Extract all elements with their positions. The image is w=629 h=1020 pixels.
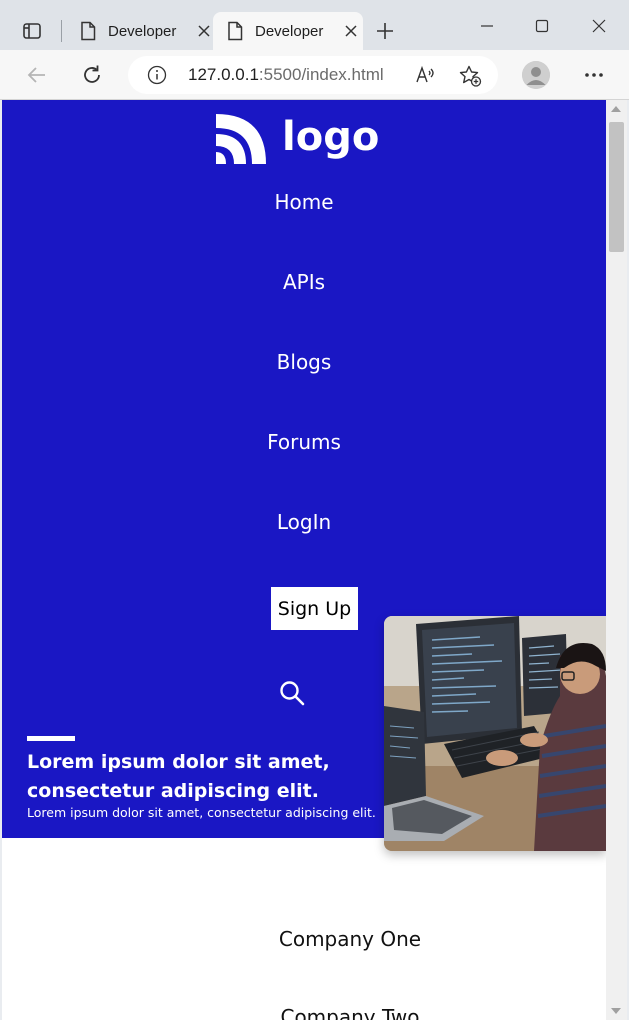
site-logo[interactable]: logo xyxy=(214,112,379,168)
hero-accent-bar xyxy=(27,736,75,741)
close-icon[interactable] xyxy=(196,23,212,39)
tab-developer-inactive[interactable]: Developer xyxy=(66,12,212,50)
tab-label: Developer xyxy=(255,22,324,40)
hero-heading: Lorem ipsum dolor sit amet, consectetur … xyxy=(27,751,330,802)
browser-tab-bar: Developer Developer xyxy=(0,0,629,50)
logo-text: logo xyxy=(282,114,380,160)
page-viewport: logo Home APIs Blogs Forums LogIn Sign U… xyxy=(2,100,606,1020)
close-icon[interactable] xyxy=(343,23,359,39)
tab-separator xyxy=(61,20,62,42)
logo-mark-icon xyxy=(216,114,266,164)
scroll-thumb[interactable] xyxy=(609,122,624,252)
signup-button[interactable]: Sign Up xyxy=(271,587,358,630)
profile-avatar-icon[interactable] xyxy=(522,61,550,89)
search-icon[interactable] xyxy=(278,679,306,707)
nav-blogs[interactable]: Blogs xyxy=(2,350,606,374)
scroll-up-icon[interactable] xyxy=(611,106,621,112)
plus-icon[interactable] xyxy=(372,18,398,44)
back-arrow-icon[interactable] xyxy=(23,61,51,89)
hero-image-developer-at-computer xyxy=(384,616,606,851)
hero-subtext: Lorem ipsum dolor sit amet, consectetur … xyxy=(27,805,376,820)
nav-home[interactable]: Home xyxy=(2,190,606,214)
nav-apis[interactable]: APIs xyxy=(2,270,606,294)
page-icon xyxy=(78,21,98,41)
browser-toolbar: 127.0.0.1:5500/index.html xyxy=(0,50,629,100)
maximize-icon[interactable] xyxy=(527,12,557,40)
info-icon[interactable] xyxy=(147,65,167,85)
page-icon xyxy=(225,21,245,41)
tab-actions-icon[interactable] xyxy=(18,17,46,45)
address-bar[interactable]: 127.0.0.1:5500/index.html xyxy=(128,56,498,94)
url-text: 127.0.0.1:5500/index.html xyxy=(188,65,384,85)
read-aloud-icon[interactable] xyxy=(414,64,436,86)
nav-forums[interactable]: Forums xyxy=(2,430,606,454)
url-host: 127.0.0.1 xyxy=(188,65,259,84)
tab-label: Developer xyxy=(108,22,177,40)
page-scrollbar[interactable] xyxy=(606,100,627,1020)
add-favorite-icon[interactable] xyxy=(458,64,482,88)
refresh-icon[interactable] xyxy=(78,61,106,89)
window-close-icon[interactable] xyxy=(584,12,614,40)
more-icon[interactable] xyxy=(580,61,608,89)
scroll-down-icon[interactable] xyxy=(611,1008,621,1014)
nav-login[interactable]: LogIn xyxy=(2,510,606,534)
tab-developer-active[interactable]: Developer xyxy=(213,12,363,50)
company-two-label: Company Two xyxy=(280,1005,420,1020)
company-one-label: Company One xyxy=(278,927,422,951)
minimize-icon[interactable] xyxy=(472,12,502,40)
url-path: :5500/index.html xyxy=(258,65,384,84)
